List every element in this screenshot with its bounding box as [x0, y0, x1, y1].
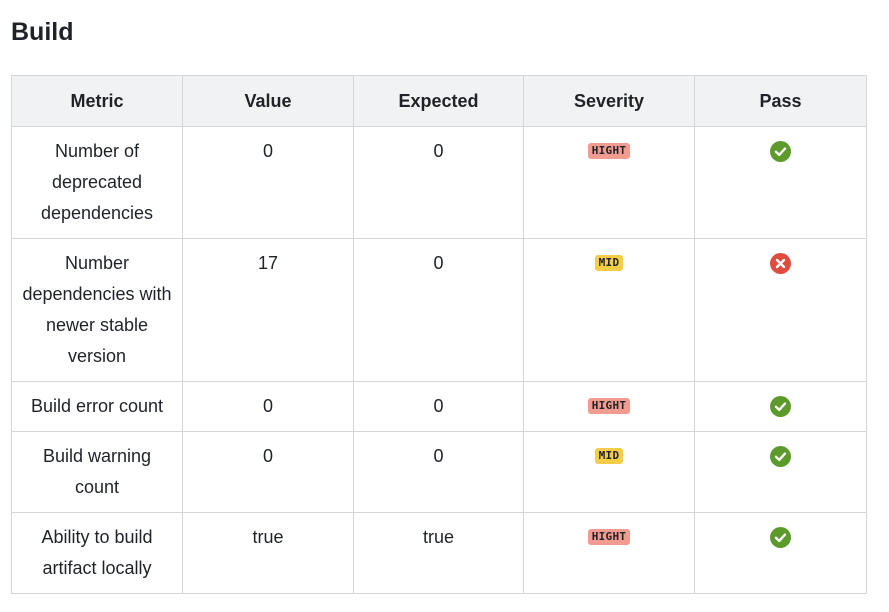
cross-icon [770, 252, 791, 274]
check-icon [770, 395, 791, 417]
value-cell: 17 [182, 238, 354, 382]
table-row: Build warning count 0 0 MID [11, 431, 867, 513]
check-icon [770, 526, 791, 548]
expected-cell: 0 [353, 431, 524, 513]
value-cell: 0 [182, 381, 354, 432]
severity-badge: HIGHT [587, 143, 631, 160]
table-row: Ability to build artifact locally true t… [11, 512, 867, 594]
page: Build Metric Value Expected Severity Pas… [0, 0, 889, 612]
severity-cell: MID [523, 431, 695, 513]
pass-cell [694, 431, 867, 513]
column-header-severity: Severity [523, 75, 695, 127]
severity-cell: HIGHT [523, 512, 695, 594]
pass-cell [694, 126, 867, 239]
table-row: Number dependencies with newer stable ve… [11, 238, 867, 382]
column-header-expected: Expected [353, 75, 524, 127]
section-title: Build [11, 18, 74, 46]
metric-cell: Build warning count [11, 431, 183, 513]
severity-badge: HIGHT [587, 398, 631, 415]
severity-cell: MID [523, 238, 695, 382]
check-icon [770, 140, 791, 162]
pass-cell [694, 512, 867, 594]
expected-cell: 0 [353, 238, 524, 382]
metric-cell: Build error count [11, 381, 183, 432]
metrics-table: Metric Value Expected Severity Pass Numb… [11, 75, 867, 594]
severity-badge: MID [594, 255, 624, 272]
table-row: Number of deprecated dependencies 0 0 HI… [11, 126, 867, 239]
column-header-value: Value [182, 75, 354, 127]
check-icon [770, 445, 791, 467]
expected-cell: 0 [353, 126, 524, 239]
severity-badge: HIGHT [587, 529, 631, 546]
pass-cell [694, 381, 867, 432]
metric-cell: Ability to build artifact locally [11, 512, 183, 594]
table-header-row: Metric Value Expected Severity Pass [11, 75, 867, 127]
column-header-metric: Metric [11, 75, 183, 127]
metric-cell: Number dependencies with newer stable ve… [11, 238, 183, 382]
severity-cell: HIGHT [523, 381, 695, 432]
expected-cell: 0 [353, 381, 524, 432]
column-header-pass: Pass [694, 75, 867, 127]
severity-badge: MID [594, 448, 624, 465]
metric-cell: Number of deprecated dependencies [11, 126, 183, 239]
severity-cell: HIGHT [523, 126, 695, 239]
value-cell: 0 [182, 126, 354, 239]
expected-cell: true [353, 512, 524, 594]
value-cell: 0 [182, 431, 354, 513]
value-cell: true [182, 512, 354, 594]
table-row: Build error count 0 0 HIGHT [11, 381, 867, 432]
pass-cell [694, 238, 867, 382]
